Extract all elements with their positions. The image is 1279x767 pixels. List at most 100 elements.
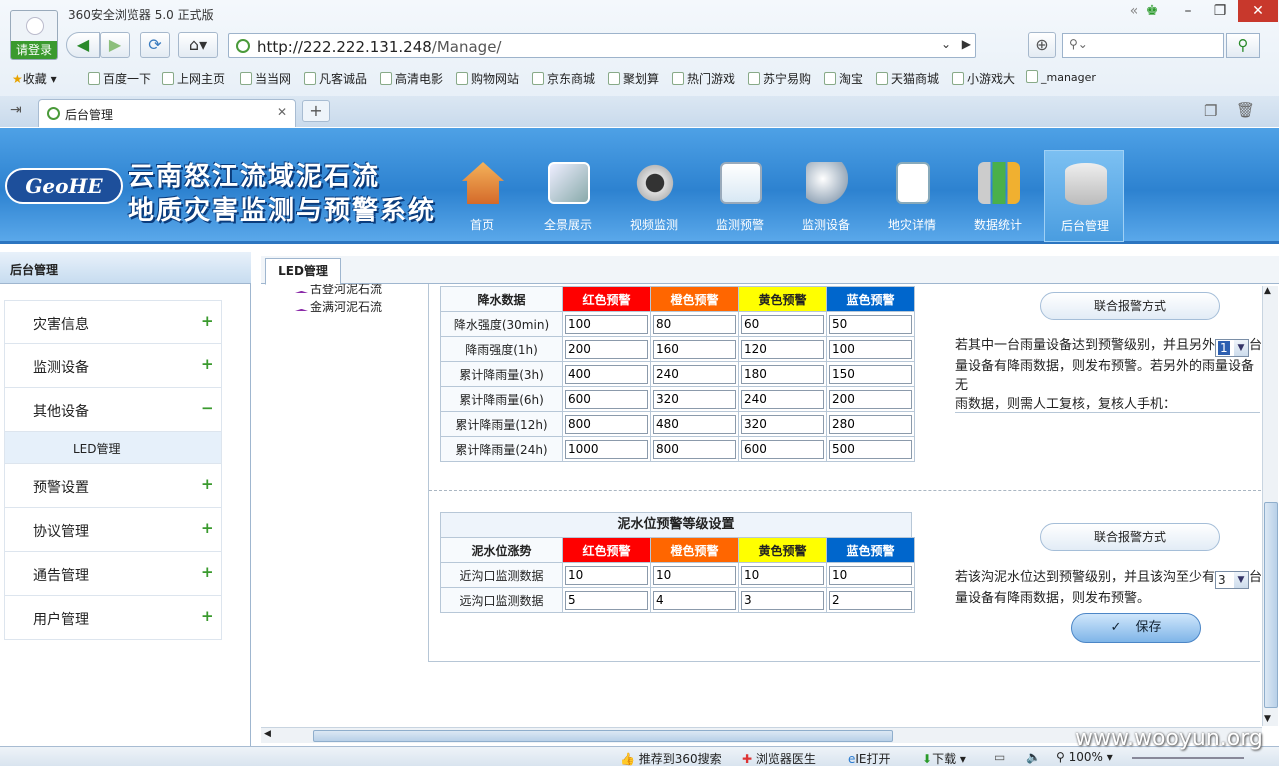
- refresh-icon[interactable]: ⟳: [140, 32, 170, 58]
- threshold-input[interactable]: [653, 339, 736, 359]
- mud-joint-alarm-button[interactable]: 联合报警方式: [1040, 523, 1220, 551]
- sidebar-item-devices[interactable]: 监测设备 +: [4, 344, 222, 388]
- threshold-input[interactable]: [741, 364, 824, 384]
- skin-shirt-icon[interactable]: ♚: [1136, 0, 1168, 22]
- address-bar[interactable]: http://222.222.131.248/Manage/ ⌄ ▶: [228, 33, 976, 58]
- rain-joint-alarm-button[interactable]: 联合报警方式: [1040, 292, 1220, 320]
- sidebar-item-users[interactable]: 用户管理 +: [4, 596, 222, 640]
- vertical-scrollbar[interactable]: ▲ ▼: [1262, 286, 1278, 726]
- minimize-button[interactable]: –: [1172, 0, 1204, 22]
- bookmark-item[interactable]: 热门游戏: [672, 70, 735, 87]
- sidebar-toggle-icon[interactable]: ⇥: [10, 102, 22, 118]
- threshold-input[interactable]: [565, 565, 648, 585]
- user-avatar[interactable]: 请登录: [10, 10, 58, 60]
- threshold-input[interactable]: [565, 439, 648, 459]
- new-tab-button[interactable]: +: [302, 100, 330, 122]
- bookmark-item[interactable]: 苏宁易购: [748, 70, 811, 87]
- bookmark-item[interactable]: 高清电影: [380, 70, 443, 87]
- nav-home[interactable]: 首页: [442, 150, 522, 242]
- threshold-input[interactable]: [741, 389, 824, 409]
- threshold-input[interactable]: [829, 414, 912, 434]
- nav-warning[interactable]: 监测预警: [700, 150, 780, 242]
- sidebar-item-protocol[interactable]: 协议管理 +: [4, 508, 222, 552]
- bookmark-item[interactable]: 购物网站: [456, 70, 519, 87]
- recommend-link[interactable]: 👍 推荐到360搜索: [620, 750, 722, 767]
- bookmark-item[interactable]: 凡客诚品: [304, 70, 367, 87]
- download-link[interactable]: ⬇下载 ▾: [922, 750, 966, 767]
- bookmark-item[interactable]: 小游戏大: [952, 70, 1015, 87]
- threshold-input[interactable]: [741, 339, 824, 359]
- nav-video[interactable]: 视频监测: [614, 150, 694, 242]
- scroll-thumb[interactable]: [313, 730, 893, 742]
- nav-statistics[interactable]: 数据统计: [958, 150, 1038, 242]
- threshold-input[interactable]: [653, 590, 736, 610]
- ie-open-link[interactable]: eIE打开: [848, 750, 891, 767]
- threshold-input[interactable]: [829, 439, 912, 459]
- shield-icon[interactable]: ⊕: [1028, 32, 1056, 58]
- threshold-input[interactable]: [829, 364, 912, 384]
- url-dropdown-icon[interactable]: ⌄: [941, 37, 951, 51]
- threshold-input[interactable]: [653, 414, 736, 434]
- speaker-icon[interactable]: 🔈: [1026, 750, 1041, 764]
- threshold-input[interactable]: [653, 389, 736, 409]
- sidebar-item-other-devices[interactable]: 其他设备 −: [4, 388, 222, 432]
- threshold-input[interactable]: [741, 565, 824, 585]
- threshold-input[interactable]: [829, 314, 912, 334]
- tree-item[interactable]: 古登河泥石流: [295, 284, 382, 297]
- scroll-thumb[interactable]: [1264, 502, 1278, 708]
- threshold-input[interactable]: [829, 590, 912, 610]
- threshold-input[interactable]: [653, 439, 736, 459]
- bookmark-item[interactable]: 淘宝: [824, 70, 863, 87]
- threshold-input[interactable]: [653, 364, 736, 384]
- threshold-input[interactable]: [829, 339, 912, 359]
- mud-device-count-select[interactable]: 3 ▼: [1215, 571, 1250, 589]
- threshold-input[interactable]: [741, 314, 824, 334]
- threshold-input[interactable]: [741, 590, 824, 610]
- zoom-control[interactable]: ⚲ 100% ▾: [1056, 750, 1113, 764]
- sidebar-item-led[interactable]: LED管理: [4, 432, 222, 464]
- threshold-input[interactable]: [565, 389, 648, 409]
- close-tab-icon[interactable]: ✕: [277, 105, 287, 119]
- window-icon[interactable]: ▭: [994, 750, 1005, 764]
- sidebar-item-notice[interactable]: 通告管理 +: [4, 552, 222, 596]
- sidebar-item-disaster-info[interactable]: 灾害信息 +: [4, 300, 222, 344]
- sidebar-item-warning-settings[interactable]: 预警设置 +: [4, 464, 222, 508]
- bookmark-item[interactable]: 天猫商城: [876, 70, 939, 87]
- bookmark-item[interactable]: 上网主页: [162, 70, 225, 87]
- trash-icon[interactable]: 🗑: [1236, 101, 1255, 119]
- home-button[interactable]: ⌂▾: [178, 32, 218, 58]
- bookmark-item[interactable]: 京东商城: [532, 70, 595, 87]
- search-input[interactable]: ⚲⌄: [1062, 33, 1224, 58]
- threshold-input[interactable]: [565, 314, 648, 334]
- restore-button[interactable]: ❐: [1204, 0, 1236, 22]
- threshold-input[interactable]: [653, 565, 736, 585]
- rain-device-count-select[interactable]: 1 ▼: [1215, 339, 1250, 357]
- search-engine-icon[interactable]: ⚲⌄: [1069, 37, 1088, 51]
- threshold-input[interactable]: [565, 364, 648, 384]
- bookmark-favorites[interactable]: ★收藏 ▾: [12, 70, 57, 87]
- zoom-slider[interactable]: [1132, 757, 1244, 759]
- nav-disaster[interactable]: 地灾详情: [872, 150, 952, 242]
- bookmark-item[interactable]: 当当网: [240, 70, 291, 87]
- restore-tabs-icon[interactable]: ❐: [1204, 102, 1217, 120]
- threshold-input[interactable]: [565, 414, 648, 434]
- save-button[interactable]: ✓ 保存: [1071, 613, 1201, 643]
- bookmark-item[interactable]: _manager: [1026, 70, 1096, 84]
- forward-button[interactable]: ▶: [100, 32, 130, 58]
- threshold-input[interactable]: [741, 414, 824, 434]
- nav-devices[interactable]: 监测设备: [786, 150, 866, 242]
- threshold-input[interactable]: [829, 565, 912, 585]
- threshold-input[interactable]: [565, 590, 648, 610]
- bookmark-item[interactable]: 聚划算: [608, 70, 659, 87]
- close-window-button[interactable]: ✕: [1238, 0, 1278, 22]
- back-button[interactable]: ◀: [66, 32, 100, 58]
- tab-led-management[interactable]: LED管理: [265, 258, 341, 285]
- threshold-input[interactable]: [653, 314, 736, 334]
- go-icon[interactable]: ▶: [962, 37, 971, 51]
- browser-doctor-link[interactable]: ✚ 浏览器医生: [742, 750, 816, 767]
- nav-panorama[interactable]: 全景展示: [528, 150, 608, 242]
- bookmark-item[interactable]: 百度一下: [88, 70, 151, 87]
- search-button[interactable]: ⚲: [1226, 33, 1260, 58]
- tree-item[interactable]: 金满河泥石流: [295, 298, 382, 315]
- threshold-input[interactable]: [741, 439, 824, 459]
